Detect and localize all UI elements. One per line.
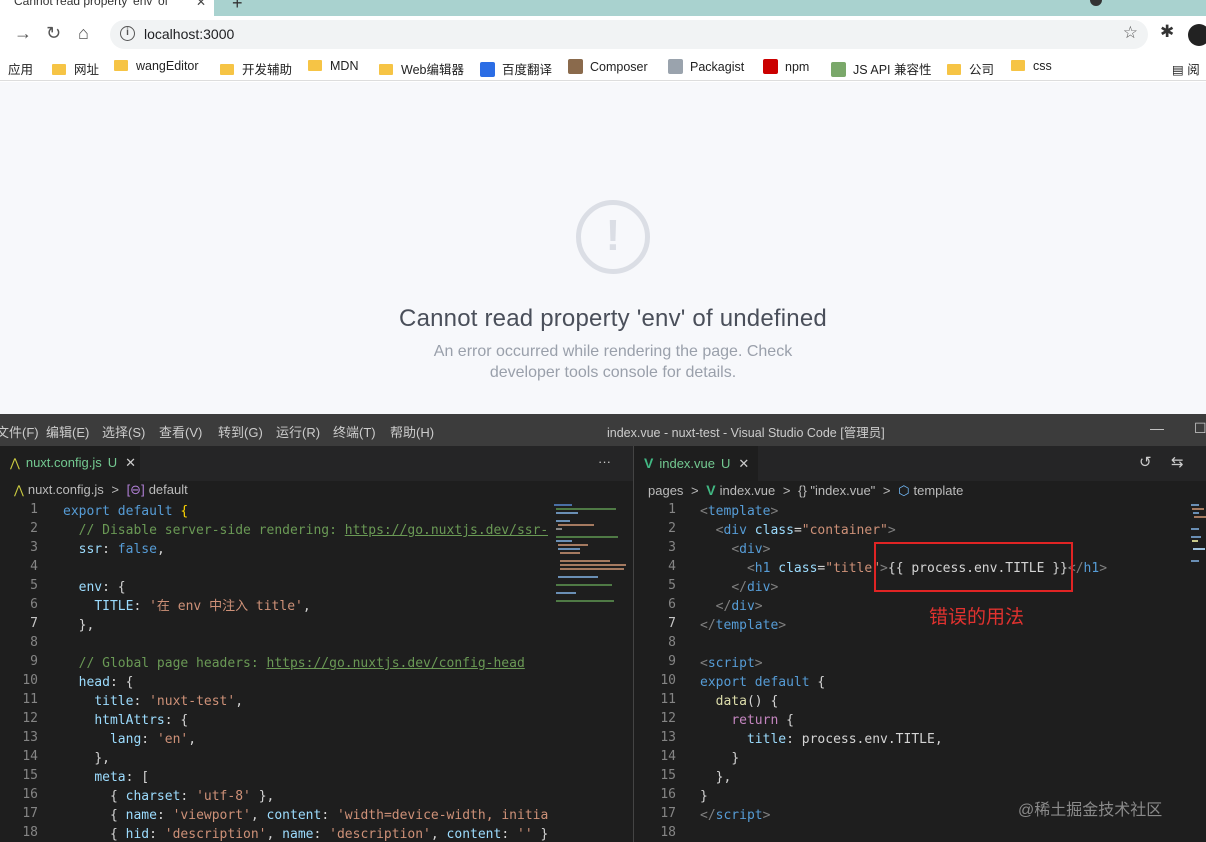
menu-help[interactable]: 帮助(H) <box>390 422 434 441</box>
baidu-translate-icon <box>480 62 495 77</box>
error-title: Cannot read property 'env' of undefined <box>399 305 827 332</box>
menu-terminal[interactable]: 终端(T) <box>333 422 376 441</box>
tab-search-icon[interactable] <box>1090 0 1102 6</box>
menu-run[interactable]: 运行(R) <box>276 422 320 441</box>
vscode-titlebar: 文件(F) 编辑(E) 选择(S) 查看(V) 转到(G) 运行(R) 终端(T… <box>0 414 1206 446</box>
folder-icon <box>1011 60 1025 71</box>
bookmark-folder[interactable]: css <box>1011 59 1052 73</box>
error-highlight-box <box>874 542 1073 592</box>
code-editor-left[interactable]: 1 export default { 2 // Disable server-s… <box>0 502 548 842</box>
more-actions-icon[interactable]: ··· <box>598 454 611 469</box>
menu-go[interactable]: 转到(G) <box>218 422 263 441</box>
vue-file-icon: V <box>644 455 654 471</box>
bookmark-site[interactable]: JS API 兼容性 <box>831 59 932 78</box>
vue-file-icon: V <box>706 482 716 498</box>
bookmark-site[interactable]: Packagist <box>668 59 744 74</box>
error-description: An error occurred while rendering the pa… <box>433 343 793 381</box>
browser-toolbar: → ↻ ⌂ i localhost:3000 ☆ ✱ <box>0 16 1206 53</box>
close-tab-icon[interactable]: ✕ <box>125 455 136 470</box>
composer-icon <box>568 59 583 74</box>
symbol-icon: [⊖] <box>126 482 145 497</box>
bookmark-folder[interactable]: Web编辑器 <box>379 59 464 78</box>
compare-changes-icon[interactable]: ⇆ <box>1171 453 1184 471</box>
tab-index-vue[interactable]: Vindex.vue U ✕ <box>634 446 758 481</box>
window-title: index.vue - nuxt-test - Visual Studio Co… <box>607 426 885 440</box>
timeline-icon[interactable]: ↺ <box>1139 453 1152 471</box>
menu-file[interactable]: 文件(F) <box>0 422 39 441</box>
error-exclamation-icon: ! <box>576 200 650 274</box>
breadcrumb: ⋀ nuxt.config.js > [⊖] default <box>14 482 188 497</box>
minimap-right[interactable] <box>1189 502 1206 842</box>
folder-icon <box>114 60 128 71</box>
annotation-label: 错误的用法 <box>929 607 1025 628</box>
editor-tabs: Vindex.vue U ✕ ↺ ⇆ <box>634 446 1206 481</box>
address-bar[interactable]: i localhost:3000 ☆ <box>110 20 1148 49</box>
url-text[interactable]: localhost:3000 <box>144 26 234 42</box>
extensions-icon[interactable]: ✱ <box>1160 22 1174 42</box>
menu-edit[interactable]: 编辑(E) <box>46 422 89 441</box>
menu-selection[interactable]: 选择(S) <box>102 422 145 441</box>
editor-pane-left: ⋀ nuxt.config.js U ✕ ··· ⋀ nuxt.config.js > … <box>0 446 633 842</box>
bookmark-star-icon[interactable]: ☆ <box>1123 23 1138 43</box>
home-icon[interactable]: ⌂ <box>78 23 89 44</box>
js-file-icon: ⋀ <box>10 456 20 470</box>
error-page: ! Cannot read property 'env' of undefine… <box>0 82 1206 414</box>
forward-icon[interactable]: → <box>14 23 32 44</box>
editor-pane-right: Vindex.vue U ✕ ↺ ⇆ pages > Vindex.vue > {}… <box>634 446 1206 842</box>
reading-list-icon: ▤ <box>1172 63 1188 77</box>
browser-tab[interactable]: Cannot read property 'env' of ✕ <box>0 0 214 16</box>
folder-icon <box>52 64 66 75</box>
npm-icon <box>763 59 778 74</box>
minimize-icon[interactable]: — <box>1150 420 1164 436</box>
maximize-icon[interactable]: ☐ <box>1194 420 1206 437</box>
new-tab-icon[interactable]: + <box>232 0 243 14</box>
tab-nuxt-config[interactable]: ⋀ nuxt.config.js U ✕ <box>0 446 140 481</box>
template-symbol-icon: ⬡ <box>898 483 910 498</box>
caniuse-icon <box>831 62 846 77</box>
bookmark-folder[interactable]: 开发辅助 <box>220 59 292 78</box>
bookmark-site[interactable]: 百度翻译 <box>480 59 552 78</box>
reload-icon[interactable]: ↻ <box>46 23 61 44</box>
js-file-icon: ⋀ <box>14 483 24 497</box>
bookmark-apps[interactable]: 应用 <box>8 59 33 78</box>
bookmark-folder[interactable]: wangEditor <box>114 59 199 73</box>
folder-icon <box>379 64 393 75</box>
editor-tabs: ⋀ nuxt.config.js U ✕ ··· <box>0 446 633 481</box>
site-info-icon[interactable]: i <box>120 26 135 41</box>
folder-icon <box>308 60 322 71</box>
tab-close-icon[interactable]: ✕ <box>196 0 206 9</box>
menu-view[interactable]: 查看(V) <box>159 422 202 441</box>
packagist-icon <box>668 59 683 74</box>
bookmark-folder[interactable]: 网址 <box>52 59 99 78</box>
tab-strip: Cannot read property 'env' of ✕ + <box>0 0 1206 16</box>
minimap-left[interactable] <box>548 502 633 842</box>
bookmark-site[interactable]: Composer <box>568 59 648 74</box>
close-tab-icon[interactable]: ✕ <box>738 456 749 471</box>
watermark: @稀土掘金技术社区 <box>1018 802 1163 819</box>
tab-title: Cannot read property 'env' of <box>14 0 169 8</box>
profile-avatar-icon[interactable] <box>1188 24 1206 46</box>
reading-list[interactable]: ▤ 阅 <box>1172 59 1200 78</box>
breadcrumb: pages > Vindex.vue > {} "index.vue" > ⬡ t… <box>648 482 964 498</box>
bookmark-folder[interactable]: 公司 <box>947 59 994 78</box>
bookmarks-bar: 应用 网址 wangEditor 开发辅助 MDN Web编辑器 百度翻译 Co… <box>0 53 1206 81</box>
folder-icon <box>220 64 234 75</box>
bookmark-folder[interactable]: MDN <box>308 59 358 73</box>
folder-icon <box>947 64 961 75</box>
bookmark-site[interactable]: npm <box>763 59 809 74</box>
